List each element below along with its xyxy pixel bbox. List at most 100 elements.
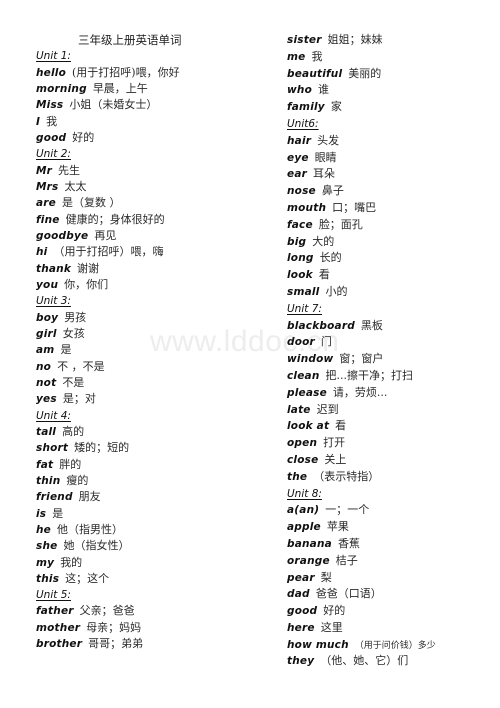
vocab-entry: brother 哥哥；弟弟 [36, 636, 266, 652]
chinese-meaning: 桔子 [335, 553, 358, 567]
chinese-meaning: 她（指女性） [63, 539, 130, 553]
chinese-meaning: 脸；面孔 [318, 217, 363, 231]
vocab-entry: mother 母亲；妈妈 [36, 620, 266, 636]
chinese-meaning: 美丽的 [348, 66, 382, 80]
english-word: this [36, 572, 60, 585]
vocab-entry: no 不 ，不是 [36, 359, 266, 375]
vocab-entry: open 打开 [287, 435, 497, 452]
english-word: mouth [287, 201, 327, 214]
english-word: father [36, 605, 74, 618]
english-word: family [287, 101, 325, 114]
vocab-entry: pear 梨 [287, 570, 497, 587]
chinese-meaning: 高的 [62, 424, 85, 438]
chinese-meaning: 健康的；身体很好的 [65, 212, 165, 226]
english-word: the [287, 470, 308, 483]
english-word: good [36, 131, 67, 144]
english-word: brother [36, 638, 83, 651]
english-word: a(an) [287, 504, 320, 517]
english-word: big [287, 235, 307, 248]
chinese-meaning: 看 [318, 268, 330, 282]
vocab-entry: this 这；这个 [36, 571, 266, 587]
unit-label: Unit 5: [36, 589, 71, 602]
vocab-entry: she 她（指女性） [36, 538, 266, 554]
vocab-entry: yes 是；对 [36, 391, 266, 407]
unit-label: Unit 7: [287, 302, 322, 315]
vocab-entry: hair 头发 [287, 133, 497, 150]
vocab-entry: good 好的 [287, 603, 497, 620]
english-word: beautiful [287, 67, 343, 80]
vocab-entry: how much （用于问价钱）多少 [287, 637, 497, 654]
chinese-meaning: 好的 [323, 604, 346, 618]
chinese-meaning: 头发 [317, 133, 340, 147]
english-word: no [36, 360, 52, 373]
vocab-entry: clean 把...擦干净；打扫 [287, 368, 497, 385]
english-word: fat [36, 458, 54, 471]
vocab-entry: are 是（复数 ） [36, 195, 266, 211]
vocab-entry: mouth 口；嘴巴 [287, 200, 497, 217]
left-column: 三年级上册英语单词 Unit 1: hello (用于打招呼)喂，你好 morning… [36, 32, 266, 652]
chinese-meaning: 眼睛 [314, 150, 337, 164]
chinese-meaning: 早晨，上午 [92, 81, 148, 95]
english-word: I [36, 115, 41, 128]
vocab-entry: they （他、她、它）们 [287, 653, 497, 670]
vocab-entry: sister 姐姐；妹妹 [287, 32, 497, 49]
chinese-meaning: 再见 [94, 228, 117, 242]
english-word: please [287, 386, 327, 399]
vocab-entry: big 大的 [287, 234, 497, 251]
chinese-meaning: 大的 [312, 234, 335, 248]
english-word: not [36, 376, 57, 389]
chinese-meaning: 矮的；短的 [74, 441, 130, 455]
english-word: close [287, 453, 319, 466]
chinese-meaning: 我 [46, 114, 58, 128]
english-word: look at [287, 420, 330, 433]
unit-heading: Unit 3: [36, 293, 266, 309]
vocab-entry: good 好的 [36, 130, 266, 146]
vocab-entry: please 请，劳烦... [287, 385, 497, 402]
english-word: am [36, 344, 55, 357]
unit-label: Unit 4: [36, 409, 71, 422]
vocab-entry: girl 女孩 [36, 326, 266, 342]
english-word: friend [36, 491, 73, 504]
vocab-entry: the （表示特指） [287, 469, 497, 486]
vocab-entry: who 谁 [287, 82, 497, 99]
english-word: ear [287, 168, 307, 181]
vocab-entry: look 看 [287, 267, 497, 284]
english-word: here [287, 621, 315, 634]
english-word: he [36, 523, 51, 536]
chinese-meaning: 窗；窗户 [339, 352, 384, 366]
unit-label: Unit6: [287, 117, 319, 130]
unit-label: Unit 2: [36, 148, 71, 161]
chinese-meaning: 家 [330, 100, 342, 114]
chinese-meaning: 苹果 [326, 520, 349, 534]
document-page: www.lddoc.cn 三年级上册英语单词 Unit 1: hello (用于打招… [0, 0, 500, 708]
chinese-meaning: 这里 [320, 620, 343, 634]
chinese-meaning: 是 [60, 343, 72, 357]
unit-heading: Unit6: [287, 116, 497, 133]
english-word: eye [287, 151, 309, 164]
vocab-entry: friend 朋友 [36, 489, 266, 505]
vocab-entry: he 他（指男性） [36, 522, 266, 538]
vocab-entry: short 矮的；短的 [36, 440, 266, 456]
vocab-entry: small 小的 [287, 284, 497, 301]
chinese-meaning: 我的 [60, 555, 83, 569]
vocab-entry: Mr 先生 [36, 163, 266, 179]
english-word: clean [287, 369, 320, 382]
english-word: they [287, 655, 315, 668]
chinese-meaning: 小的 [325, 284, 348, 298]
chinese-meaning: 耳朵 [313, 167, 335, 181]
unit-label: Unit 1: [36, 50, 71, 63]
vocab-entry: a(an) 一；一个 [287, 502, 497, 519]
vocab-entry: hi （用于打招呼）喂，嗨 [36, 244, 266, 260]
unit-heading: Unit 8: [287, 486, 497, 503]
chinese-meaning: （用于打招呼）喂，嗨 [53, 245, 164, 259]
english-word: who [287, 84, 312, 97]
vocab-entry: father 父亲；爸爸 [36, 603, 266, 619]
vocab-entry: close 关上 [287, 452, 497, 469]
english-word: hair [287, 134, 312, 147]
chinese-meaning: 好的 [72, 130, 95, 144]
english-word: me [287, 50, 306, 63]
chinese-meaning: 长的 [319, 251, 342, 265]
english-word: hi [36, 246, 48, 259]
vocab-entry: look at 看 [287, 418, 497, 435]
vocab-entry: thin 瘦的 [36, 473, 266, 489]
